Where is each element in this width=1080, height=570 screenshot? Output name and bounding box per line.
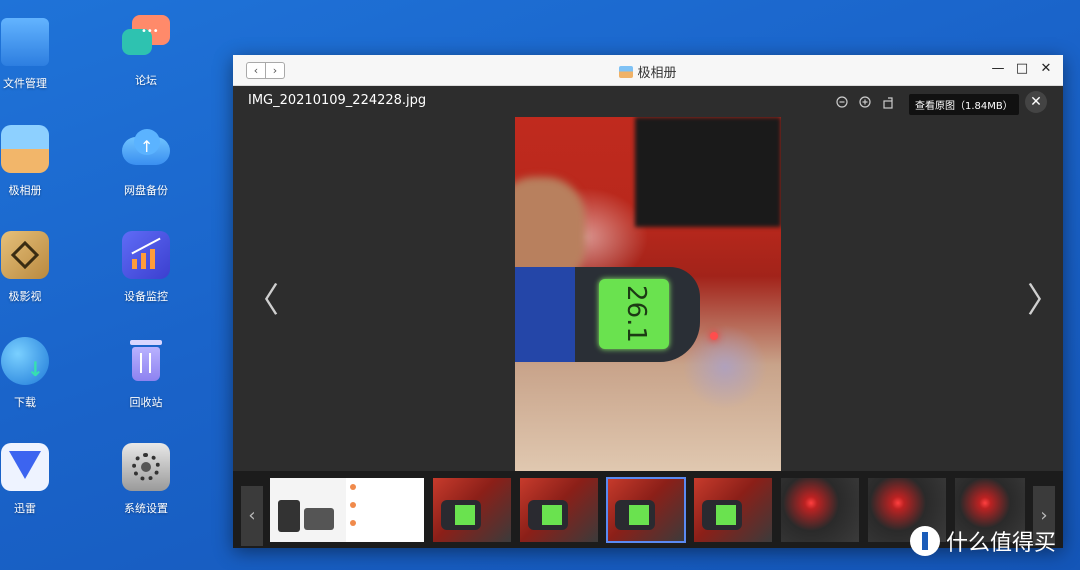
desktop-icon-label: 极影视 <box>8 290 42 303</box>
desktop-icon-video[interactable]: 极影视 <box>0 231 70 304</box>
thermometer-reading: 26.1 <box>620 285 651 343</box>
desktop-icon-settings[interactable]: 系统设置 <box>101 443 191 516</box>
window-title-text: 极相册 <box>637 66 677 81</box>
photo-album-icon <box>619 66 634 78</box>
desktop-icon-photos[interactable]: 极相册 <box>0 125 70 198</box>
chart-monitor-icon <box>122 231 170 279</box>
thumbnail-selected[interactable] <box>606 477 686 543</box>
watermark: 什么值得买 <box>910 525 1056 557</box>
thermometer-display: 26.1 <box>599 279 669 349</box>
desktop-icon-cloud-backup[interactable]: ↑ 网盘备份 <box>101 125 191 198</box>
window-title: 极相册 <box>233 62 1063 81</box>
thumbnail[interactable] <box>346 478 424 542</box>
window-titlebar[interactable]: ‹ › 极相册 — □ ✕ <box>233 55 1063 86</box>
thunder-bird-icon <box>1 443 49 491</box>
image-filename: IMG_20210109_224228.jpg <box>248 93 427 108</box>
thumbnail[interactable] <box>781 478 859 542</box>
view-original-button[interactable]: 查看原图（1.84MB） <box>909 94 1019 115</box>
image-viewer: IMG_20210109_224228.jpg 查看原图（1.84MB） ✕ 〈… <box>233 86 1063 471</box>
desktop-icon-label: 网盘备份 <box>124 184 168 197</box>
desktop-icon-label: 回收站 <box>129 396 163 409</box>
photo-album-icon <box>1 125 49 173</box>
close-viewer-button[interactable]: ✕ <box>1025 91 1047 113</box>
maximize-button[interactable]: □ <box>1015 61 1029 76</box>
desktop-icon-label: 论坛 <box>135 74 157 87</box>
chat-bubbles-icon: ••• <box>122 15 170 63</box>
desktop-icon-trash[interactable]: 回收站 <box>101 337 191 410</box>
cloud-upload-icon: ↑ <box>122 125 170 173</box>
close-window-button[interactable]: ✕ <box>1039 61 1053 76</box>
thumbnail[interactable] <box>694 478 772 542</box>
desktop-icon-device-monitor[interactable]: 设备监控 <box>101 231 191 304</box>
trash-icon <box>122 337 170 385</box>
viewer-toolbar <box>836 96 895 109</box>
download-globe-icon: ↓ <box>1 337 49 385</box>
desktop-icon-label: 系统设置 <box>124 502 168 515</box>
main-photo: 26.1 <box>515 117 781 471</box>
watermark-text: 什么值得买 <box>946 531 1057 556</box>
photo-album-window: ‹ › 极相册 — □ ✕ IMG_20210109_224228.jpg 查看… <box>233 55 1063 548</box>
window-controls: — □ ✕ <box>991 61 1053 76</box>
minimize-button[interactable]: — <box>991 61 1005 76</box>
zoom-out-icon[interactable] <box>836 96 849 109</box>
video-icon <box>1 231 49 279</box>
folder-icon <box>1 18 49 66</box>
desktop-icon-download[interactable]: ↓ 下载 <box>0 337 70 410</box>
zoom-in-icon[interactable] <box>859 96 872 109</box>
next-image-arrow[interactable]: 〉 <box>1027 273 1061 322</box>
desktop-icon-label: 下载 <box>14 396 36 409</box>
desktop-icon-label: 迅雷 <box>14 502 36 515</box>
thumbnail[interactable] <box>270 478 348 542</box>
desktop-icon-thunder[interactable]: 迅雷 <box>0 443 70 516</box>
desktop-icon-label: 极相册 <box>8 184 42 197</box>
desktop-icon-label: 设备监控 <box>124 290 168 303</box>
desktop-icon-label: 文件管理 <box>3 77 47 90</box>
previous-image-arrow[interactable]: 〈 <box>245 273 279 322</box>
thumbnail[interactable] <box>433 478 511 542</box>
thumbnail[interactable] <box>520 478 598 542</box>
desktop-icon-file-manager[interactable]: 文件管理 <box>0 18 70 91</box>
desktop-icon-forum[interactable]: ••• 论坛 <box>101 15 191 88</box>
gear-icon <box>122 443 170 491</box>
rotate-icon[interactable] <box>882 96 895 109</box>
strip-prev-button[interactable]: ‹ <box>241 486 263 546</box>
watermark-logo-icon <box>910 526 940 556</box>
